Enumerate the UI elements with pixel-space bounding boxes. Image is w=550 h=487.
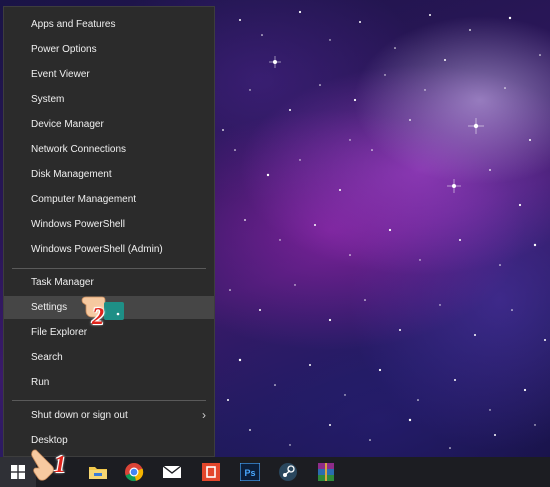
menu-item-disk-management[interactable]: Disk Management [4, 163, 214, 186]
menu-item-network-connections[interactable]: Network Connections [4, 138, 214, 161]
menu-item-device-manager[interactable]: Device Manager [4, 113, 214, 136]
menu-item-label: Shut down or sign out [31, 410, 128, 421]
photoshop-icon: Ps [240, 463, 260, 481]
power-user-menu: Apps and Features Power Options Event Vi… [3, 6, 215, 457]
svg-text:Ps: Ps [244, 468, 255, 478]
windows-logo-icon [11, 465, 25, 479]
taskbar-file-explorer[interactable] [80, 457, 116, 487]
chevron-right-icon: › [202, 408, 206, 422]
chrome-icon [125, 463, 144, 482]
taskbar-photoshop[interactable]: Ps [232, 457, 268, 487]
menu-item-apps-and-features[interactable]: Apps and Features [4, 13, 214, 36]
taskbar-steam[interactable] [270, 457, 306, 487]
winrar-icon [318, 463, 334, 481]
menu-item-search[interactable]: Search [4, 346, 214, 369]
menu-item-event-viewer[interactable]: Event Viewer [4, 63, 214, 86]
pointing-hand-icon [31, 449, 54, 481]
menu-item-computer-management[interactable]: Computer Management [4, 188, 214, 211]
taskbar: Ps [0, 457, 550, 487]
menu-item-system[interactable]: System [4, 88, 214, 111]
step-2-label: 2 [92, 304, 104, 330]
menu-separator [12, 268, 206, 269]
taskbar-mail[interactable] [154, 457, 190, 487]
menu-item-windows-powershell[interactable]: Windows PowerShell [4, 213, 214, 236]
file-explorer-icon [89, 467, 107, 479]
step-1-label: 1 [54, 452, 66, 478]
menu-item-file-explorer[interactable]: File Explorer [4, 321, 214, 344]
steam-icon [279, 463, 297, 481]
menu-item-power-options[interactable]: Power Options [4, 38, 214, 61]
taskbar-winrar[interactable] [308, 457, 344, 487]
menu-separator [12, 400, 206, 401]
menu-item-windows-powershell-admin[interactable]: Windows PowerShell (Admin) [4, 238, 214, 261]
taskbar-office[interactable] [193, 457, 229, 487]
office-icon [202, 463, 220, 481]
menu-item-run[interactable]: Run [4, 371, 214, 394]
menu-item-shut-down-or-sign-out[interactable]: Shut down or sign out › [4, 404, 214, 427]
mail-icon [162, 465, 182, 478]
taskbar-chrome[interactable] [116, 457, 152, 487]
